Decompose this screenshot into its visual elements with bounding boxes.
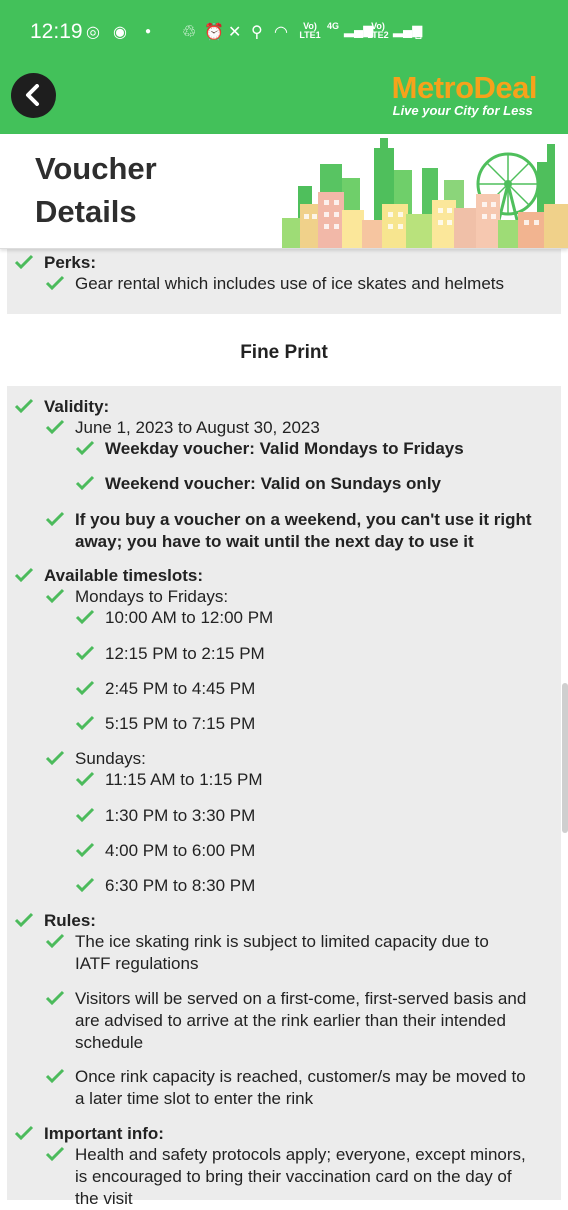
- check-icon: [75, 715, 95, 731]
- check-icon: [45, 275, 65, 291]
- check-icon: [75, 771, 95, 787]
- fine-print-heading: Fine Print: [240, 342, 328, 363]
- perks-heading: Perks:: [14, 252, 96, 274]
- logo-wordmark: MetroDeal: [391, 70, 538, 105]
- check-icon: [45, 1068, 65, 1084]
- check-icon: [75, 440, 95, 456]
- timeslots-heading: Available timeslots:: [14, 565, 203, 587]
- check-icon: [75, 475, 95, 491]
- check-icon: [45, 419, 65, 435]
- timeslot-item: 5:15 PM to 7:15 PM: [75, 713, 255, 735]
- city-skyline-illustration: [282, 138, 568, 248]
- hotspot-icon: ◠: [274, 24, 288, 41]
- check-icon: [14, 398, 34, 414]
- timeslot-item: 4:00 PM to 6:00 PM: [75, 840, 255, 862]
- perk-item: Gear rental which includes use of ice sk…: [45, 273, 504, 295]
- network-label-2: 4G: [326, 21, 339, 31]
- check-icon: [14, 1125, 34, 1141]
- page-title: Voucher Details: [35, 151, 157, 229]
- title-band: Voucher Details: [0, 134, 568, 249]
- location-icon: ⚲: [251, 24, 263, 41]
- rules-heading: Rules:: [14, 910, 96, 932]
- dot-icon: ●: [145, 26, 152, 37]
- check-icon: [75, 609, 95, 625]
- important-info-heading: Important info:: [14, 1123, 164, 1145]
- check-icon: [75, 807, 95, 823]
- timeslot-item: 6:30 PM to 8:30 PM: [75, 875, 255, 897]
- check-icon: [45, 990, 65, 1006]
- fingerprint-icon: ◎: [86, 24, 100, 41]
- timeslot-item: 11:15 AM to 1:15 PM: [75, 769, 263, 791]
- check-icon: [75, 842, 95, 858]
- check-icon: [45, 511, 65, 527]
- check-icon: [14, 912, 34, 928]
- recycle-icon: ♲: [182, 24, 197, 41]
- alarm-icon: ⏰: [204, 24, 224, 41]
- check-icon: [45, 933, 65, 949]
- timeslot-item: 1:30 PM to 3:30 PM: [75, 805, 255, 827]
- mute-icon: ✕: [228, 24, 242, 41]
- logo-tagline: Live your City for Less: [392, 103, 533, 118]
- check-icon: [45, 1146, 65, 1162]
- check-icon: [14, 254, 34, 270]
- check-icon: [14, 567, 34, 583]
- sundays-label: Sundays:: [45, 748, 146, 770]
- battery-icon: ▯: [414, 24, 423, 41]
- info-item: Health and safety protocols apply; every…: [45, 1144, 526, 1210]
- rule-item: Once rink capacity is reached, customer/…: [45, 1066, 526, 1110]
- status-bar: 12:19 ◎ ◉ ● ♲ ⏰ ✕ ⚲ ◠ Vo) LTE1 4G ▂▄▆ Vo…: [0, 0, 568, 62]
- messenger-icon: ◉: [113, 24, 127, 41]
- app-header: 12:19 ◎ ◉ ● ♲ ⏰ ✕ ⚲ ◠ Vo) LTE1 4G ▂▄▆ Vo…: [0, 0, 568, 134]
- check-icon: [75, 680, 95, 696]
- check-icon: [45, 588, 65, 604]
- network-label-3: Vo) LTE2: [367, 21, 389, 40]
- validity-heading: Validity:: [14, 396, 109, 418]
- check-icon: [75, 645, 95, 661]
- weekend-note: If you buy a voucher on a weekend, you c…: [45, 509, 532, 553]
- weekday-voucher: Weekday voucher: Valid Mondays to Friday…: [75, 438, 464, 460]
- scrollbar[interactable]: [562, 683, 568, 833]
- network-label-1: Vo) LTE1: [299, 21, 321, 40]
- status-time: 12:19: [30, 20, 83, 43]
- timeslot-item: 2:45 PM to 4:45 PM: [75, 678, 255, 700]
- check-icon: [45, 750, 65, 766]
- rule-item: Visitors will be served on a first-come,…: [45, 988, 526, 1054]
- check-icon: [75, 877, 95, 893]
- back-button[interactable]: [11, 73, 56, 118]
- timeslot-item: 12:15 PM to 2:15 PM: [75, 643, 265, 665]
- chevron-left-icon: [26, 84, 39, 106]
- rule-item: The ice skating rink is subject to limit…: [45, 931, 489, 975]
- timeslot-item: 10:00 AM to 12:00 PM: [75, 607, 273, 629]
- metrodeal-logo[interactable]: MetroDeal Live your City for Less: [391, 70, 538, 118]
- weekend-voucher: Weekend voucher: Valid on Sundays only: [75, 473, 441, 495]
- validity-dates: June 1, 2023 to August 30, 2023: [45, 417, 320, 439]
- weekdays-label: Mondays to Fridays:: [45, 586, 228, 608]
